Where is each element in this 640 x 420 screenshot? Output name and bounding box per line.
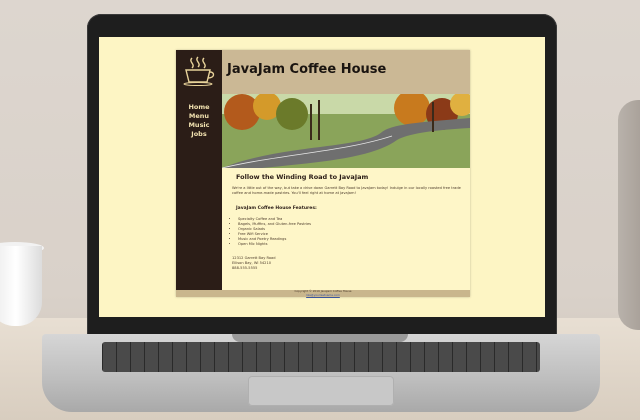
coffee-cup-logo-icon	[182, 56, 216, 86]
footer-email-link[interactable]: liza@yourlastname.com	[306, 293, 340, 297]
keyboard	[102, 342, 540, 372]
intro-paragraph: We're a little out of the way, but take …	[232, 186, 461, 195]
features-heading: JavaJam Coffee House Features:	[236, 206, 317, 211]
hero-image-winding-road	[222, 94, 470, 168]
content-heading: Follow the Winding Road to JavaJam	[236, 173, 369, 181]
address-block: 12312 Garrett Bay Road Ellison Bay, WI 5…	[232, 256, 276, 271]
coffee-mug	[0, 246, 42, 326]
trackpad	[248, 376, 394, 406]
address-phone: 888-555-5555	[232, 266, 258, 270]
footer: Copyright © 2016 JavaJam Coffee House li…	[176, 289, 470, 297]
nav-music[interactable]: Music	[176, 121, 222, 130]
nav-jobs[interactable]: Jobs	[176, 130, 222, 139]
features-list: Specialty Coffee and Tea Bagels, Muffins…	[232, 217, 311, 247]
site-title: JavaJam Coffee House	[227, 62, 387, 77]
list-item: Open Mic Nights	[238, 242, 311, 247]
sidebar-nav: Home Menu Music Jobs	[176, 50, 222, 290]
website: Home Menu Music Jobs JavaJam Coffee Hous…	[176, 50, 470, 297]
background-object	[618, 100, 640, 330]
laptop-hinge	[232, 334, 408, 342]
nav-menu[interactable]: Menu	[176, 112, 222, 121]
laptop-screen: Home Menu Music Jobs JavaJam Coffee Hous…	[99, 37, 545, 317]
nav-home[interactable]: Home	[176, 103, 222, 112]
